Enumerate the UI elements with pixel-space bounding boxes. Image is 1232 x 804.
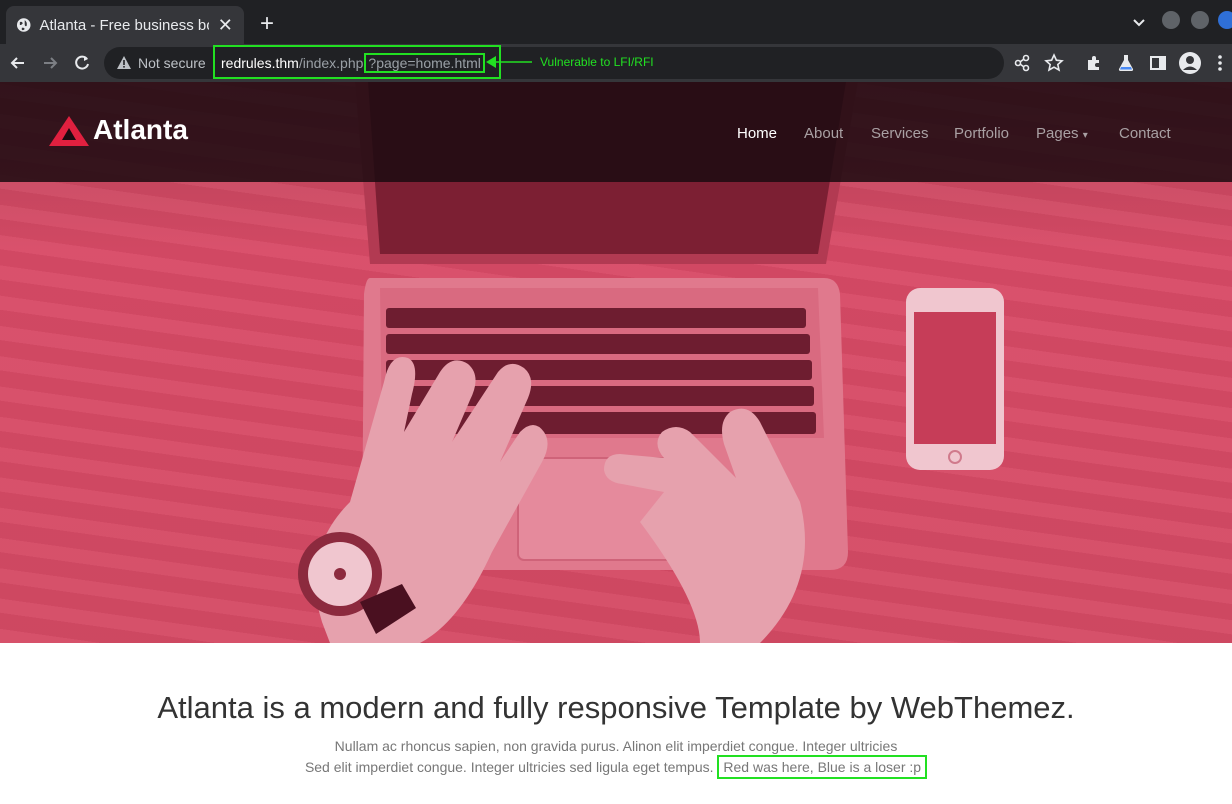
security-label[interactable]: Not secure [138,55,206,71]
annotation-arrow-icon [486,56,532,68]
site-navbar: Atlanta Home About Services Portfolio Pa… [0,82,1232,182]
new-tab-button[interactable]: + [256,12,278,36]
nav-pages[interactable]: Pages ▾ [1036,125,1088,142]
share-icon[interactable] [1012,53,1032,73]
close-tab-icon[interactable]: ✕ [217,16,234,34]
back-icon[interactable] [8,53,28,73]
nav-pages-label: Pages [1036,125,1079,142]
intro-line-1: Nullam ac rhoncus sapien, non gravida pu… [334,738,898,754]
reload-icon[interactable] [72,53,92,73]
more-menu-icon[interactable] [1214,53,1226,73]
profile-avatar-icon[interactable] [1178,51,1202,75]
caret-down-icon: ▾ [1082,130,1088,141]
warning-icon [117,56,131,69]
forward-icon[interactable] [40,53,60,73]
maximize-button[interactable] [1191,11,1209,29]
intro-heading: Atlanta is a modern and fully responsive… [157,690,1075,725]
highlighted-defacement-text: Red was here, Blue is a loser :p [717,755,928,779]
minimize-button[interactable] [1162,11,1180,29]
close-window-button[interactable] [1218,11,1232,29]
extensions-icon[interactable] [1084,53,1104,73]
nav-services[interactable]: Services [871,125,929,142]
atlanta-logo-icon[interactable] [49,116,89,146]
nav-home[interactable]: Home [737,125,777,142]
nav-portfolio[interactable]: Portfolio [954,125,1009,142]
bookmark-star-icon[interactable] [1044,53,1064,73]
site-logo[interactable]: Atlanta [93,114,188,146]
side-panel-icon[interactable] [1148,53,1168,73]
browser-tab[interactable]: Atlanta - Free business bo ✕ [6,6,244,44]
chevron-down-icon[interactable] [1130,13,1148,31]
url-highlight-box: redrules.thm/index.php ?page=home.html [213,45,501,79]
annotation-label: Vulnerable to LFI/RFI [540,55,654,69]
lab-flask-icon[interactable] [1116,53,1136,73]
intro-line-2: Sed elit imperdiet congue. Integer ultri… [0,755,1232,779]
url-query: ?page=home.html [364,53,485,73]
url-path: /index.php [298,55,364,71]
hero-banner: Atlanta Home About Services Portfolio Pa… [0,82,1232,643]
url-text[interactable]: redrules.thm/index.php ?page=home.html [221,53,485,73]
globe-icon [16,18,31,32]
tab-title: Atlanta - Free business bo [39,16,209,34]
nav-about[interactable]: About [804,125,843,142]
nav-contact[interactable]: Contact [1119,125,1171,142]
url-host: redrules.thm [221,55,299,71]
browser-tabbar: Atlanta - Free business bo ✕ + [0,0,1232,44]
intro-line-2-text: Sed elit imperdiet congue. Integer ultri… [304,759,714,775]
